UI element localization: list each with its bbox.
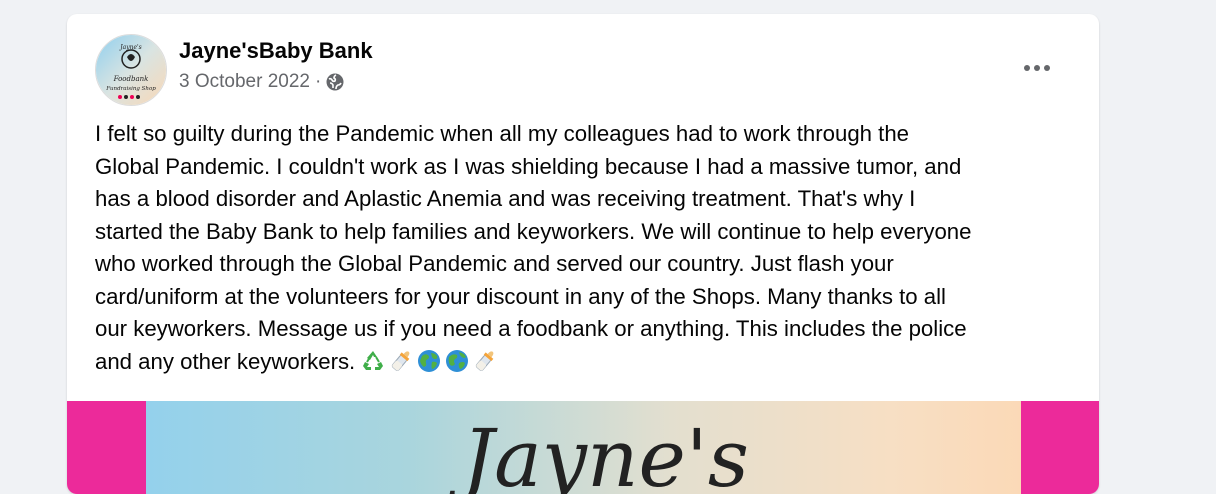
recycle-icon xyxy=(360,348,386,374)
post-text-line: who worked through the Global Pandemic a… xyxy=(95,251,894,276)
globe-icon[interactable] xyxy=(325,72,345,92)
post-text-line: and any other keyworkers. xyxy=(95,348,356,374)
post-text-line: Global Pandemic. I couldn't work as I wa… xyxy=(95,153,962,179)
more-options-button[interactable] xyxy=(1017,50,1057,86)
post-text-line: our keyworkers. Message us if you need a… xyxy=(95,316,967,341)
avatar-line3: Fundraising Shop xyxy=(105,86,156,92)
avatar[interactable]: Jayne's Foodbank Fundraising Shop xyxy=(95,34,167,106)
more-options-icon xyxy=(1024,65,1050,71)
post-image[interactable]: Jayne's xyxy=(67,401,1099,494)
avatar-line2: Foodbank xyxy=(113,75,149,83)
post-text-line: started the Baby Bank to help families a… xyxy=(95,218,972,244)
post-date-link[interactable]: 3 October 2022 xyxy=(179,71,310,93)
baby-bottle-icon xyxy=(472,348,498,374)
globe-earth-icon xyxy=(416,348,442,374)
post-text-line: I felt so guilty during the Pandemic whe… xyxy=(95,121,910,146)
post-card: Jayne's Foodbank Fundraising Shop Jayne'… xyxy=(67,14,1099,494)
avatar-logo-icon: Jayne's Foodbank Fundraising Shop xyxy=(96,35,166,105)
avatar-line1: Jayne's xyxy=(118,44,142,51)
post-meta: 3 October 2022 · xyxy=(179,71,345,93)
post-image-title: Jayne's xyxy=(462,412,749,494)
post-text-last-line: and any other keyworkers. xyxy=(95,346,1080,379)
globe-earth-icon xyxy=(444,348,470,374)
emoji-group xyxy=(360,348,500,374)
post-text-line: card/uniform at the volunteers for your … xyxy=(95,283,946,309)
post-text-line: has a blood disorder and Aplastic Anemia… xyxy=(95,186,916,211)
page-name-link[interactable]: Jayne'sBaby Bank xyxy=(179,38,373,64)
baby-bottle-icon xyxy=(388,348,414,374)
meta-separator: · xyxy=(314,71,322,92)
post-text: I felt so guilty during the Pandemic whe… xyxy=(95,118,1080,378)
